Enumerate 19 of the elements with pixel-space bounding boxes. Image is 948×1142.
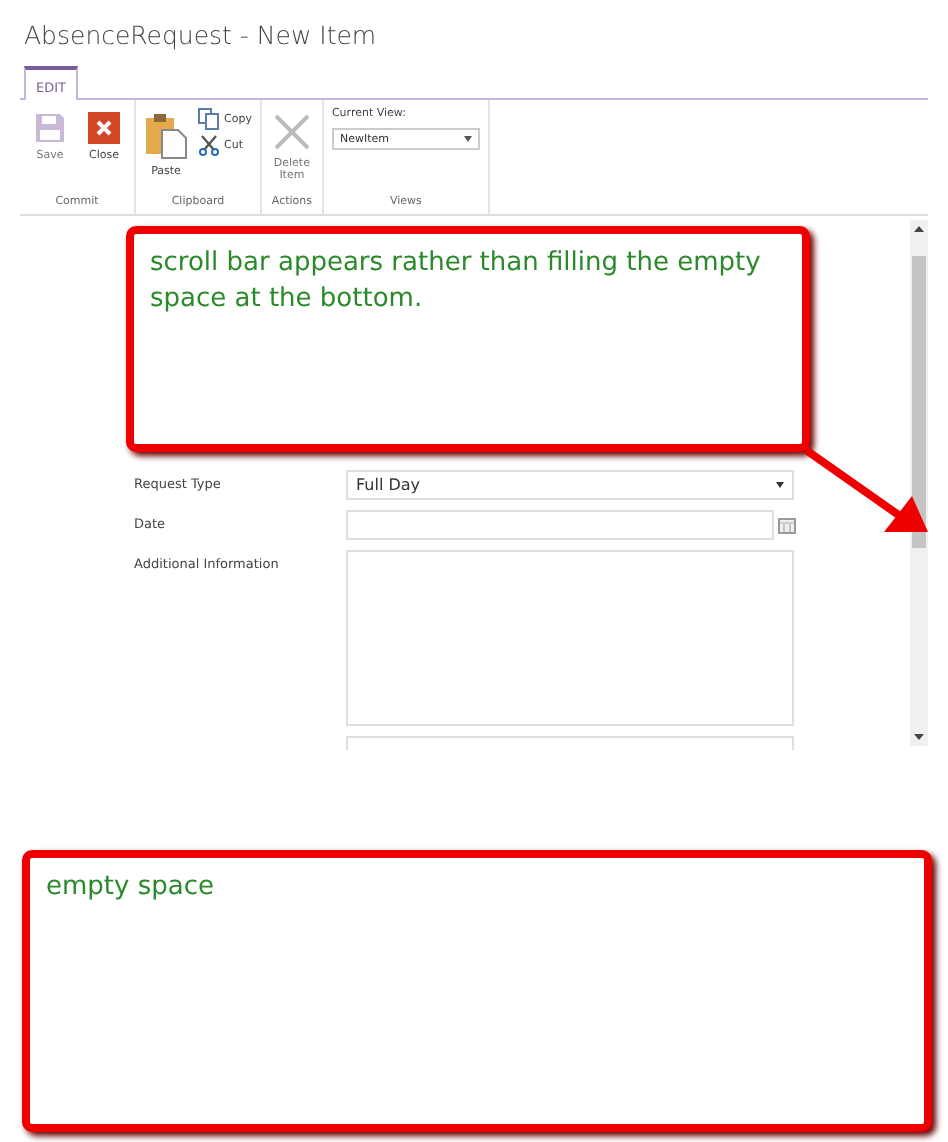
caret-icon [776,482,784,488]
clipboard-icon [144,112,188,160]
calendar-icon[interactable] [778,517,796,533]
text-area[interactable] [346,550,794,726]
annotation-arrow [803,446,928,532]
copy-icon [198,108,220,130]
scroll-up-icon [914,226,924,232]
caret-icon [463,136,472,142]
annotation-callout: empty space [22,850,932,1132]
scrollbar-thumb[interactable] [912,256,926,548]
window-title: AbsenceRequest - New Item [22,18,379,54]
delete-x-icon [271,112,312,152]
scissors-icon [198,134,220,156]
scroll-down-icon [914,734,924,740]
close-icon [88,112,120,144]
date-field[interactable] [346,510,774,540]
annotation-callout: scroll bar appears rather than filling the empty space at the bottom. [126,226,810,452]
select-field[interactable]: Full Day [346,470,794,500]
scrollbar[interactable] [910,220,928,746]
